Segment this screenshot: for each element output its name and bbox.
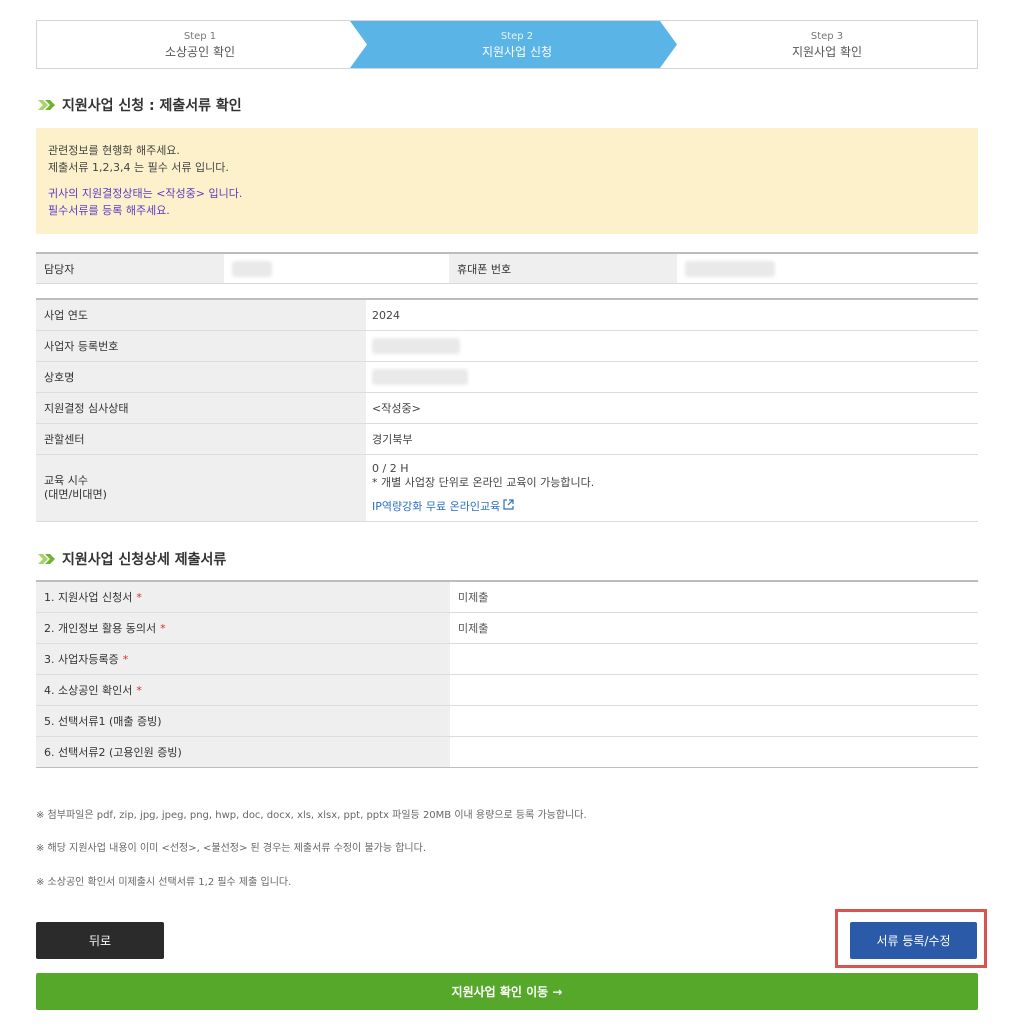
progress-stepper: Step 1 소상공인 확인 Step 2 지원사업 신청 Step 3 지원사… — [36, 20, 978, 69]
contact-table: 담당자 휴대폰 번호 — [36, 252, 978, 284]
notice-line-3: 귀사의 지원결정상태는 <작성중> 입니다. — [48, 187, 243, 200]
table-row: 사업자 등록번호 — [36, 331, 978, 362]
doc-name: 6. 선택서류2 (고용인원 증빙) — [44, 746, 182, 759]
table-row: 5. 선택서류1 (매출 증빙) — [36, 706, 978, 737]
edu-label-main: 교육 시수 — [44, 474, 88, 487]
edu-label-sub: (대면/비대면) — [44, 488, 107, 501]
external-link-icon — [503, 499, 514, 514]
company-value — [366, 362, 978, 392]
biz-no-value — [366, 331, 978, 361]
note-edit-restriction: ※ 해당 지원사업 내용이 이미 <선정>, <불선정> 된 경우는 제출서류 … — [36, 843, 426, 854]
table-row: 4. 소상공인 확인서 * — [36, 675, 978, 706]
doc-status: 미제출 — [458, 622, 489, 635]
phone-value — [677, 254, 978, 283]
documents-table: 1. 지원사업 신청서 * 미제출 2. 개인정보 활용 동의서 * 미제출 3. … — [36, 580, 978, 768]
redacted-manager — [232, 260, 272, 277]
step-2-label: 지원사업 신청 — [481, 44, 553, 59]
doc-name: 4. 소상공인 확인서 — [44, 684, 133, 697]
table-row: 사업 연도 2024 — [36, 300, 978, 331]
notice-line-2: 제출서류 1,2,3,4 는 필수 서류 입니다. — [48, 161, 229, 174]
doc-status — [450, 644, 978, 674]
status-value: <작성중> — [372, 402, 421, 415]
step-2-number: Step 2 — [500, 30, 534, 42]
required-mark: * — [136, 683, 142, 697]
redacted-company — [372, 369, 468, 385]
edu-note: * 개별 사업장 단위로 온라인 교육이 가능합니다. — [372, 476, 595, 489]
step-3-number: Step 3 — [810, 30, 844, 42]
doc-status — [450, 737, 978, 767]
step-3-label: 지원사업 확인 — [791, 44, 863, 59]
double-chevron-icon — [38, 99, 56, 111]
phone-label: 휴대폰 번호 — [449, 254, 677, 283]
back-button[interactable]: 뒤로 — [36, 922, 164, 959]
year-label: 사업 연도 — [36, 300, 366, 330]
section-title-detail-documents: 지원사업 신청상세 제출서류 — [38, 549, 226, 569]
note-optional-docs: ※ 소상공인 확인서 미제출시 선택서류 1,2 필수 제출 입니다. — [36, 877, 292, 888]
required-mark: * — [122, 652, 129, 666]
step-1: Step 1 소상공인 확인 — [37, 21, 363, 68]
online-education-link-text: IP역량강화 무료 온라인교육 — [372, 499, 501, 513]
step-1-label: 소상공인 확인 — [164, 44, 236, 59]
doc-label: 5. 선택서류1 (매출 증빙) — [36, 706, 450, 736]
table-row: 6. 선택서류2 (고용인원 증빙) — [36, 737, 978, 768]
notice-box: 관련정보를 현행화 해주세요. 제출서류 1,2,3,4 는 필수 서류 입니다… — [36, 128, 978, 234]
doc-label: 3. 사업자등록증 * — [36, 644, 450, 674]
doc-name: 1. 지원사업 신청서 — [44, 591, 133, 604]
edu-value: 0 / 2 H * 개별 사업장 단위로 온라인 교육이 가능합니다. IP역량… — [366, 455, 978, 521]
doc-label: 6. 선택서류2 (고용인원 증빙) — [36, 737, 450, 767]
redacted-biz-no — [372, 338, 460, 354]
table-row: 1. 지원사업 신청서 * 미제출 — [36, 582, 978, 613]
section-title-text: 지원사업 신청 : 제출서류 확인 — [62, 98, 242, 114]
online-education-link[interactable]: IP역량강화 무료 온라인교육 — [372, 499, 514, 514]
doc-status — [450, 675, 978, 705]
business-info-table: 사업 연도 2024 사업자 등록번호 상호명 지원결정 심사상태 <작성중> … — [36, 298, 978, 522]
table-row: 관할센터 경기북부 — [36, 424, 978, 455]
center-label: 관할센터 — [36, 424, 366, 454]
doc-name: 3. 사업자등록증 — [44, 653, 119, 666]
step-1-number: Step 1 — [183, 30, 217, 42]
required-mark: * — [160, 621, 166, 635]
company-label: 상호명 — [36, 362, 366, 392]
note-file-types: ※ 첨부파일은 pdf, zip, jpg, jpeg, png, hwp, d… — [36, 810, 587, 821]
notice-line-4: 필수서류를 등록 해주세요. — [48, 204, 170, 217]
center-value: 경기북부 — [372, 433, 413, 446]
table-row: 3. 사업자등록증 * — [36, 644, 978, 675]
table-row: 상호명 — [36, 362, 978, 393]
doc-status: 미제출 — [458, 591, 489, 604]
section-title-text: 지원사업 신청상세 제출서류 — [62, 552, 227, 568]
table-row: 지원결정 심사상태 <작성중> — [36, 393, 978, 424]
doc-status — [450, 706, 978, 736]
required-mark: * — [136, 590, 142, 604]
edu-hours: 0 / 2 H — [372, 462, 409, 475]
redacted-phone — [685, 260, 775, 277]
manager-label: 담당자 — [36, 254, 224, 283]
go-to-confirmation-button[interactable]: 지원사업 확인 이동 → — [36, 973, 978, 1010]
double-chevron-icon — [38, 553, 56, 565]
table-row: 2. 개인정보 활용 동의서 * 미제출 — [36, 613, 978, 644]
doc-name: 5. 선택서류1 (매출 증빙) — [44, 715, 162, 728]
biz-no-label: 사업자 등록번호 — [36, 331, 366, 361]
notice-line-1: 관련정보를 현행화 해주세요. — [48, 144, 180, 157]
register-documents-button[interactable]: 서류 등록/수정 — [850, 922, 977, 959]
manager-value — [224, 254, 449, 283]
section-title-documents-check: 지원사업 신청 : 제출서류 확인 — [38, 95, 242, 115]
status-label: 지원결정 심사상태 — [36, 393, 366, 423]
doc-label: 1. 지원사업 신청서 * — [36, 582, 450, 612]
doc-label: 2. 개인정보 활용 동의서 * — [36, 613, 450, 643]
year-value: 2024 — [372, 308, 400, 322]
doc-name: 2. 개인정보 활용 동의서 — [44, 622, 157, 635]
doc-label: 4. 소상공인 확인서 * — [36, 675, 450, 705]
edu-label: 교육 시수 (대면/비대면) — [36, 455, 366, 521]
table-row: 교육 시수 (대면/비대면) 0 / 2 H * 개별 사업장 단위로 온라인 … — [36, 455, 978, 522]
step-2: Step 2 지원사업 신청 — [367, 21, 667, 68]
step-3: Step 3 지원사업 확인 — [677, 21, 977, 68]
